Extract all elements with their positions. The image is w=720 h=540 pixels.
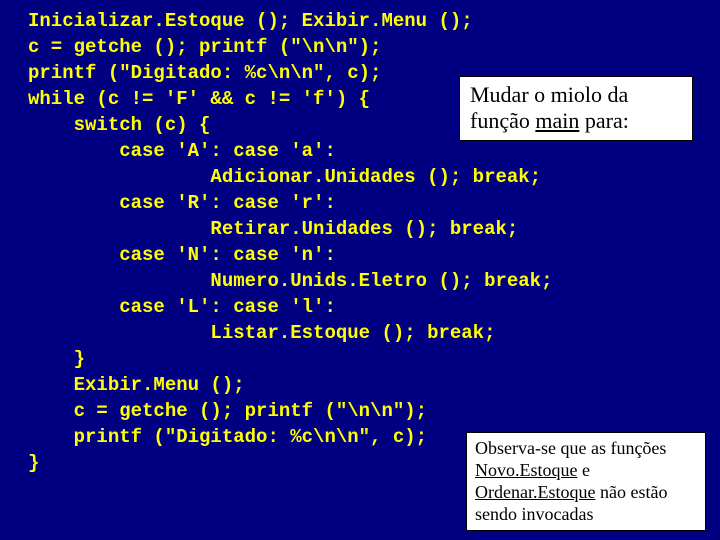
callout-top-main: main xyxy=(535,108,579,133)
code-line-14: } xyxy=(28,348,85,370)
code-line-11: Numero.Unids.Eletro (); break; xyxy=(28,270,553,292)
callout-bottom: Observa-se que as funções Novo.Estoque e… xyxy=(466,432,706,531)
code-line-16: c = getche (); printf ("\n\n"); xyxy=(28,400,427,422)
slide: Inicializar.Estoque (); Exibir.Menu (); … xyxy=(0,0,720,540)
code-line-13: Listar.Estoque (); break; xyxy=(28,322,495,344)
code-line-15: Exibir.Menu (); xyxy=(28,374,245,396)
code-line-12: case 'L': case 'l': xyxy=(28,296,336,318)
code-line-6: case 'A': case 'a': xyxy=(28,140,336,162)
code-line-4: while (c != 'F' && c != 'f') { xyxy=(28,88,370,110)
code-line-17: printf ("Digitado: %c\n\n", c); xyxy=(28,426,427,448)
code-line-1: Inicializar.Estoque (); Exibir.Menu (); xyxy=(28,10,473,32)
callout-bottom-mid: e xyxy=(578,460,591,480)
code-line-10: case 'N': case 'n': xyxy=(28,244,336,266)
code-line-18: } xyxy=(28,452,39,474)
code-line-8: case 'R': case 'r': xyxy=(28,192,336,214)
callout-top: Mudar o miolo da função main para: xyxy=(459,76,693,141)
callout-bottom-fn2: Ordenar.Estoque xyxy=(475,482,595,502)
code-line-9: Retirar.Unidades (); break; xyxy=(28,218,518,240)
code-line-7: Adicionar.Unidades (); break; xyxy=(28,166,541,188)
callout-top-text-2: para: xyxy=(579,108,628,133)
callout-bottom-fn1: Novo.Estoque xyxy=(475,460,578,480)
code-line-2: c = getche (); printf ("\n\n"); xyxy=(28,36,381,58)
callout-bottom-text-1: Observa-se que as funções xyxy=(475,438,666,458)
code-line-3: printf ("Digitado: %c\n\n", c); xyxy=(28,62,381,84)
code-line-5: switch (c) { xyxy=(28,114,210,136)
